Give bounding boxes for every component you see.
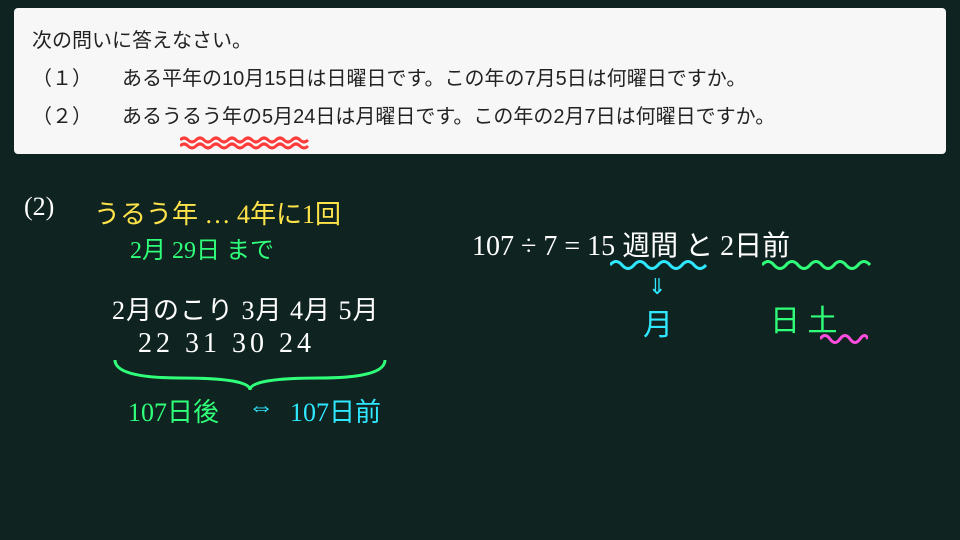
wave-under-sat [820, 332, 868, 346]
feb-29-note: 2月 29日 まで [130, 230, 274, 265]
problem-q1: （１） ある平年の10月15日は日曜日です。この年の7月5日は何曜日ですか。 [32, 60, 928, 98]
down-arrow-icon: ⇓ [648, 274, 666, 300]
q2-body: あるうるう年の5月24日は月曜日です。この年の2月7日は何曜日ですか。 [122, 98, 928, 136]
double-arrow-icon: ⇔ [248, 392, 274, 422]
brace-under-days [110, 358, 390, 396]
problem-q2: （２） あるうるう年の5月24日は月曜日です。この年の2月7日は何曜日ですか。 [32, 98, 928, 136]
wave-under-15weeks [610, 258, 710, 272]
sum-107-after: 107日後 [128, 392, 219, 429]
problem-instruction: 次の問いに答えなさい。 [32, 22, 928, 60]
q2-number: （２） [32, 98, 122, 136]
q1-body: ある平年の10月15日は日曜日です。この年の7月5日は何曜日ですか。 [122, 60, 928, 98]
months-row: 2月のこり 3月 4月 5月 [112, 290, 380, 327]
work-q2-label: (2) [24, 192, 54, 222]
q1-number: （１） [32, 60, 122, 98]
day-counts-row: 22 31 30 24 [138, 328, 315, 360]
sum-107-before: 107日前 [290, 392, 381, 429]
wave-under-2days [762, 258, 872, 272]
leap-year-note: うるう年 … 4年に1回 [94, 194, 341, 231]
problem-statement-box: 次の問いに答えなさい。 （１） ある平年の10月15日は日曜日です。この年の7月… [14, 8, 946, 154]
monday-char: 月 [643, 300, 673, 344]
red-wavy-underline [180, 136, 310, 150]
